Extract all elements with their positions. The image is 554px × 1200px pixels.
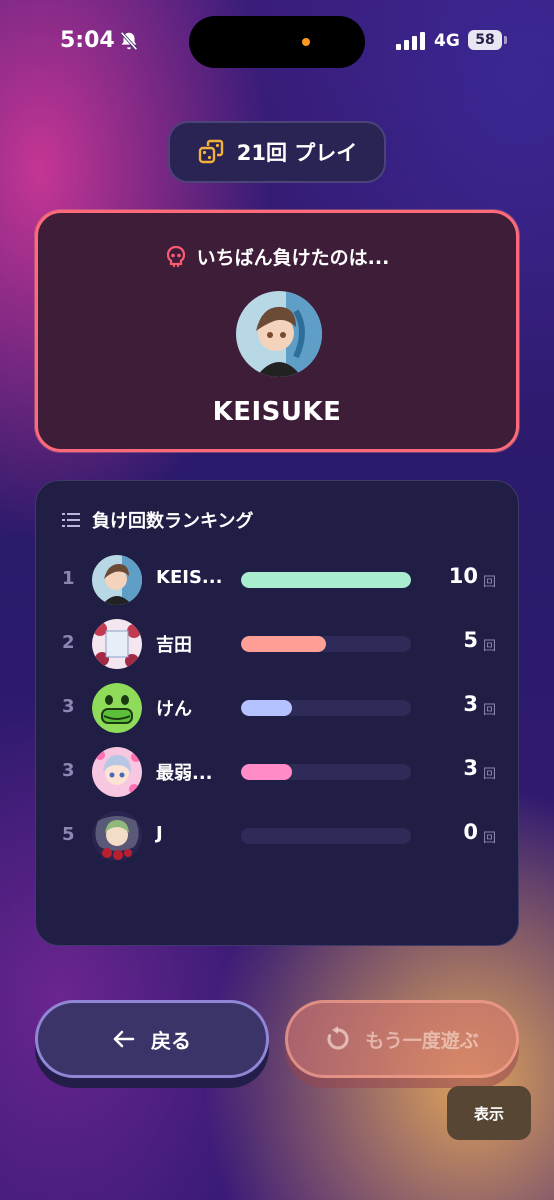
loss-count: 3: [463, 756, 478, 780]
arrow-left-icon: [113, 1030, 135, 1048]
play-count-badge: 21回 プレイ: [168, 121, 386, 183]
loss-count: 3: [463, 692, 478, 716]
privacy-indicator: [302, 38, 310, 46]
dynamic-island: [189, 16, 365, 68]
biggest-loser-card: いちばん負けたのは... KEISUKE: [35, 210, 519, 452]
player-avatar: [92, 683, 142, 733]
play-count-label: 21回 プレイ: [236, 141, 358, 165]
loss-count-unit: 回: [482, 767, 496, 782]
network-type: 4G: [434, 31, 460, 51]
loss-count: 10: [448, 564, 478, 588]
loser-heading: いちばん負けたのは...: [38, 243, 516, 270]
player-name: 最弱...: [156, 763, 213, 784]
loss-bar-fill: [241, 700, 292, 716]
replay-icon: [327, 1026, 349, 1050]
loss-bar-track: [241, 764, 411, 780]
ranking-row: 2 吉田 5 回: [36, 615, 520, 671]
ranking-heading: 負け回数ランキング: [62, 507, 253, 533]
player-avatar: [92, 619, 142, 669]
loss-bar-fill: [241, 636, 326, 652]
loss-count-unit: 回: [482, 831, 496, 846]
status-time: 5:04: [60, 28, 115, 53]
rank-number: 3: [62, 696, 75, 717]
loss-bar-track: [241, 828, 411, 844]
loss-count-unit: 回: [482, 703, 496, 718]
loss-ranking-card: 負け回数ランキング 1 KEIS... 10 回 2 吉田 5 回 3 けん 3…: [35, 480, 519, 946]
dice-icon: [198, 139, 223, 164]
player-avatar: [92, 811, 142, 861]
loss-bar-fill: [241, 572, 411, 588]
signal-icon: [396, 32, 425, 50]
loss-bar-fill: [241, 764, 292, 780]
battery-indicator: 58: [468, 30, 502, 50]
skull-icon: [166, 245, 185, 267]
loss-count-unit: 回: [482, 639, 496, 654]
ranking-heading-text: 負け回数ランキング: [92, 511, 254, 532]
play-again-label: もう一度遊ぶ: [365, 1029, 479, 1052]
bell-slash-icon: [120, 31, 138, 51]
back-button-label: 戻る: [151, 1028, 191, 1053]
player-avatar: [92, 747, 142, 797]
player-name: KEIS...: [156, 567, 223, 588]
rank-number: 2: [62, 632, 75, 653]
loss-bar-track: [241, 572, 411, 588]
loss-bar-track: [241, 636, 411, 652]
list-icon: [62, 513, 80, 527]
ranking-row: 1 KEIS... 10 回: [36, 551, 520, 607]
battery-tip: [504, 36, 507, 44]
player-name: J: [156, 823, 163, 844]
rank-number: 3: [62, 760, 75, 781]
loss-bar-track: [241, 700, 411, 716]
player-avatar: [92, 555, 142, 605]
loser-name: KEISUKE: [212, 397, 342, 427]
player-name: けん: [156, 699, 192, 720]
loser-avatar: [236, 291, 322, 377]
loss-count: 5: [463, 628, 478, 652]
player-name: 吉田: [156, 635, 192, 656]
ranking-row: 5 J 0 回: [36, 807, 520, 863]
loss-count-unit: 回: [482, 575, 496, 590]
loss-count: 0: [463, 820, 478, 844]
ranking-row: 3 けん 3 回: [36, 679, 520, 735]
rank-number: 5: [62, 824, 75, 845]
back-button[interactable]: 戻る: [35, 1000, 269, 1078]
show-button[interactable]: 表示: [447, 1086, 531, 1140]
play-again-button[interactable]: もう一度遊ぶ: [285, 1000, 519, 1078]
loser-heading-text: いちばん負けたのは...: [196, 247, 390, 269]
rank-number: 1: [62, 568, 75, 589]
ranking-row: 3 最弱... 3 回: [36, 743, 520, 799]
